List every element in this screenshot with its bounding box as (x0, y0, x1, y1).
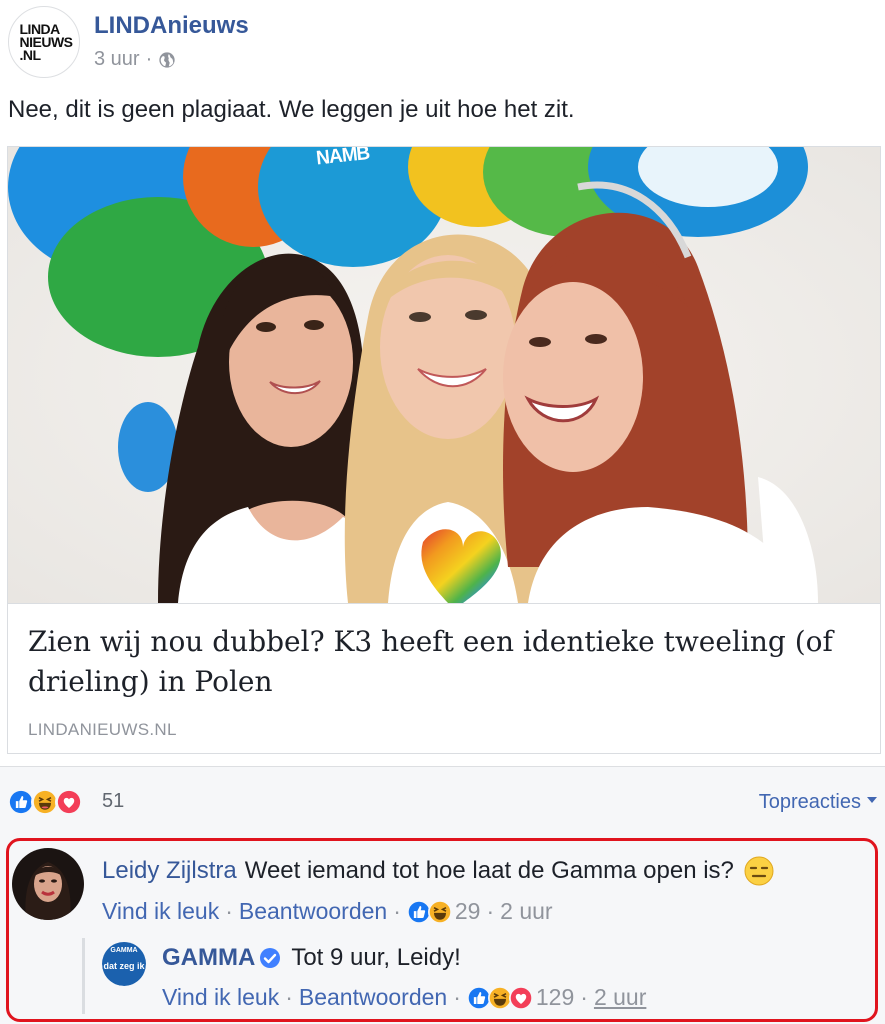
commenter-avatar[interactable] (12, 848, 84, 920)
separator-dot: · (453, 984, 461, 1010)
reply-like-link[interactable]: Vind ik leuk (162, 984, 279, 1011)
link-preview-image[interactable]: ᴺᴬᴹᴮ (8, 147, 880, 603)
comment-like-link[interactable]: Vind ik leuk (102, 898, 219, 925)
reply-reaction-count[interactable]: 129 (536, 984, 574, 1011)
comment-timestamp[interactable]: 2 uur (500, 898, 552, 925)
sort-label: Topreacties (758, 791, 861, 813)
expressionless-face-icon (744, 856, 774, 886)
meta-separator: · (145, 48, 153, 70)
separator-dot: · (486, 898, 495, 924)
gamma-avatar-text: dat zeg ik (103, 961, 145, 971)
link-domain: LINDANIEUWS.NL (28, 720, 177, 739)
post-timestamp[interactable]: 3 uur (94, 48, 140, 71)
caret-down-icon (867, 796, 877, 803)
link-preview-card[interactable]: ᴺᴬᴹᴮ Zien wij nou dubbel? K3 heeft een i… (7, 146, 881, 754)
separator-dot: · (285, 984, 293, 1010)
gamma-avatar-brand: GAMMA (110, 947, 137, 954)
reply-reactions[interactable] (466, 985, 533, 1010)
separator-dot: · (225, 898, 233, 924)
link-title[interactable]: Zien wij nou dubbel? K3 heeft een identi… (28, 622, 868, 702)
reply-actions: Vind ik leuk · Beantwoorden · 129 · 2 uu… (162, 984, 646, 1011)
comment-body: Leidy Zijlstra Weet iemand tot hoe laat … (102, 856, 774, 886)
reply-timestamp[interactable]: 2 uur (594, 984, 646, 1011)
page-name-link[interactable]: LINDAnieuws (94, 12, 249, 40)
globe-icon[interactable] (158, 51, 176, 69)
reaction-icons[interactable] (7, 787, 83, 817)
post-meta: 3 uur · (94, 48, 176, 71)
reply-reply-link[interactable]: Beantwoorden (299, 984, 447, 1011)
separator-dot: · (580, 984, 588, 1010)
comment-sort-dropdown[interactable]: Topreacties (759, 791, 877, 814)
commenter-name[interactable]: Leidy Zijlstra (102, 857, 237, 885)
post-message: Nee, dit is geen plagiaat. We leggen je … (8, 96, 575, 123)
reply-thread-line (82, 938, 85, 1014)
comment-text: Weet iemand tot hoe laat de Gamma open i… (244, 857, 734, 884)
reply-text: Tot 9 uur, Leidy! (291, 944, 461, 971)
page-avatar[interactable]: LINDA NIEUWS .NL (8, 6, 80, 78)
comment-reply-link[interactable]: Beantwoorden (239, 898, 387, 925)
reply-body: GAMMA Tot 9 uur, Leidy! (162, 944, 461, 972)
verified-badge-icon (260, 948, 281, 968)
reaction-count[interactable]: 51 (102, 790, 124, 813)
separator-dot: · (393, 898, 401, 924)
comment-actions: Vind ik leuk · Beantwoorden · 29 · 2 uur (102, 898, 553, 925)
love-icon (55, 788, 83, 816)
k3-photo: ᴺᴬᴹᴮ (8, 147, 880, 603)
comment-reactions[interactable] (406, 899, 452, 924)
gamma-avatar[interactable]: GAMMA dat zeg ik (102, 942, 146, 986)
reply-author[interactable]: GAMMA (162, 944, 255, 972)
love-icon (508, 985, 533, 1010)
haha-icon (427, 899, 452, 924)
link-preview-body[interactable]: Zien wij nou dubbel? K3 heeft een identi… (8, 603, 880, 753)
lindanieuws-logo: LINDA NIEUWS .NL (19, 20, 74, 63)
reactions-bar: 51 Topreacties (0, 766, 885, 836)
comment-reaction-count[interactable]: 29 (455, 898, 481, 925)
